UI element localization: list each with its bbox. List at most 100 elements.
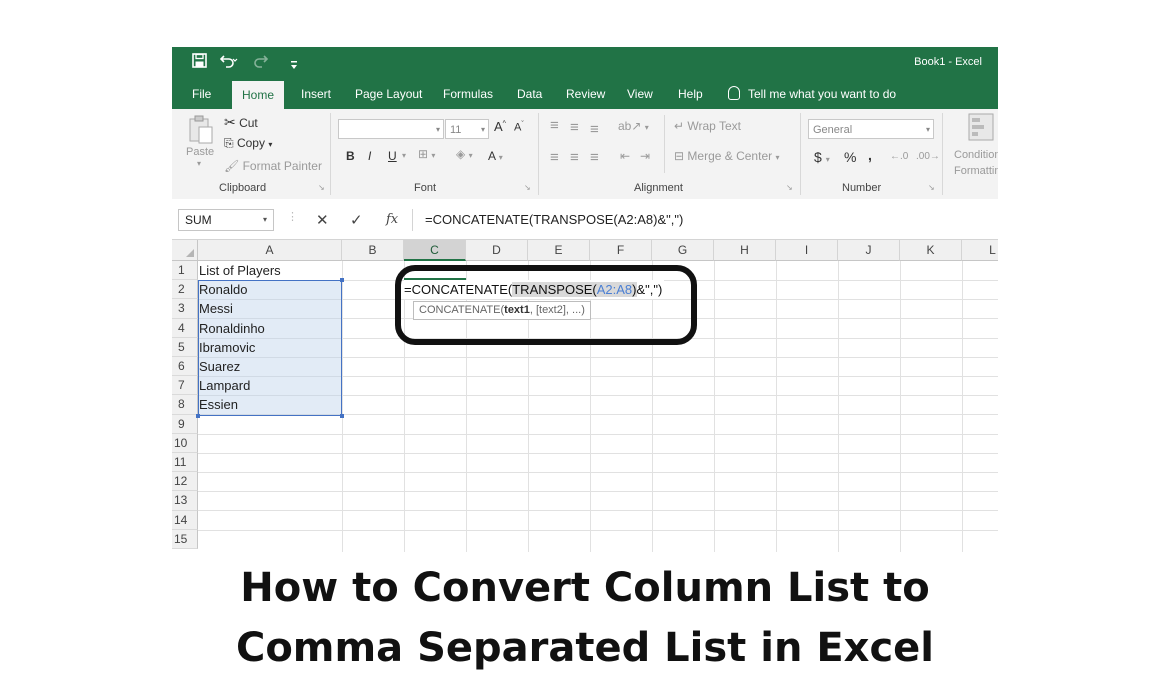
range-handle[interactable] [340, 414, 344, 418]
column-header-e[interactable]: E [528, 240, 590, 261]
column-header-d[interactable]: D [466, 240, 528, 261]
cut-button[interactable]: ✂ Cut [224, 114, 258, 131]
merge-center-button[interactable]: ⊟ Merge & Center ▾ [674, 149, 779, 163]
enter-button[interactable]: ✓ [350, 211, 363, 229]
font-size-combo[interactable]: 11 ▾ [445, 119, 489, 139]
decrease-indent-icon[interactable]: ⇤ [620, 149, 630, 163]
orientation-icon[interactable]: ab↗ ▾ [618, 119, 649, 133]
align-right-icon[interactable]: ≡ [590, 149, 599, 166]
clipboard-launcher-icon[interactable]: ↘ [318, 183, 325, 192]
column-header-i[interactable]: I [776, 240, 838, 261]
underline-dropdown-icon[interactable]: ▾ [402, 151, 406, 160]
row-header-14[interactable]: 14 [172, 510, 198, 530]
row-header-6[interactable]: 6 [172, 357, 198, 377]
paste-icon[interactable] [188, 115, 214, 150]
align-left-icon[interactable]: ≡ [550, 149, 559, 166]
wrap-text-button[interactable]: ↵ Wrap Text [674, 119, 741, 133]
increase-decimal-icon[interactable]: ←.0 [890, 151, 908, 162]
currency-button[interactable]: $ ▾ [814, 149, 830, 165]
select-all-button[interactable] [172, 240, 198, 261]
borders-icon[interactable]: ⊞ ▾ [418, 147, 435, 161]
cell-a7[interactable]: Lampard [199, 376, 341, 395]
group-divider [538, 113, 539, 195]
italic-button[interactable]: I [368, 149, 371, 163]
cell-a2[interactable]: Ronaldo [199, 280, 341, 299]
font-color-icon[interactable]: A ▾ [488, 149, 503, 163]
alignment-launcher-icon[interactable]: ↘ [786, 183, 793, 192]
increase-indent-icon[interactable]: ⇥ [640, 149, 650, 163]
number-launcher-icon[interactable]: ↘ [928, 183, 935, 192]
row-header-5[interactable]: 5 [172, 337, 198, 357]
tab-view[interactable]: View [622, 79, 658, 109]
underline-button[interactable]: U [388, 149, 397, 163]
insert-function-button[interactable]: fx [386, 212, 398, 227]
tab-page-layout[interactable]: Page Layout [350, 79, 427, 109]
tab-formulas[interactable]: Formulas [438, 79, 498, 109]
row-header-4[interactable]: 4 [172, 318, 198, 338]
cell-a1[interactable]: List of Players [199, 261, 341, 280]
row-header-1[interactable]: 1 [172, 261, 198, 281]
row-header-12[interactable]: 12 [172, 472, 198, 492]
conditional-formatting-icon[interactable] [968, 113, 994, 146]
fill-color-icon[interactable]: ◈ ▾ [456, 147, 473, 161]
top-align-icon[interactable]: ≡ [550, 117, 559, 134]
row-header-8[interactable]: 8 [172, 395, 198, 415]
row-header-15[interactable]: 15 [172, 529, 198, 549]
tab-data[interactable]: Data [512, 79, 547, 109]
tab-file[interactable]: File [187, 79, 216, 109]
row-header-13[interactable]: 13 [172, 491, 198, 511]
grow-font-icon[interactable]: A^ [494, 119, 506, 134]
font-name-combo[interactable]: ▾ [338, 119, 444, 139]
column-header-j[interactable]: J [838, 240, 900, 261]
row-header-7[interactable]: 7 [172, 376, 198, 396]
percent-button[interactable]: % [844, 149, 856, 165]
shrink-font-icon[interactable]: Aˇ [514, 121, 524, 134]
decrease-decimal-icon[interactable]: .00→ [916, 151, 940, 162]
formula-input[interactable]: =CONCATENATE(TRANSPOSE(A2:A8)&",") [412, 209, 998, 231]
column-header-a[interactable]: A [198, 240, 342, 261]
redo-icon[interactable] [254, 53, 272, 73]
middle-align-icon[interactable]: ≡ [570, 119, 579, 136]
row-header-3[interactable]: 3 [172, 299, 198, 319]
row-header-10[interactable]: 10 [172, 433, 198, 453]
font-launcher-icon[interactable]: ↘ [524, 183, 531, 192]
conditional-formatting-label[interactable]: Conditional Formatting [954, 147, 998, 179]
column-header-c[interactable]: C [404, 240, 466, 261]
cell-a3[interactable]: Messi [199, 299, 341, 318]
tab-help[interactable]: Help [673, 79, 708, 109]
row-header-2[interactable]: 2 [172, 280, 198, 300]
customize-qat-icon[interactable] [290, 57, 298, 75]
comma-button[interactable]: , [868, 147, 872, 163]
cell-a5[interactable]: Ibramovic [199, 338, 341, 357]
paste-dropdown-icon[interactable]: ▾ [197, 159, 201, 168]
undo-icon[interactable] [219, 53, 238, 73]
column-header-b[interactable]: B [342, 240, 404, 261]
tab-home[interactable]: Home [232, 81, 285, 109]
column-header-g[interactable]: G [652, 240, 714, 261]
format-painter-button[interactable]: 🖌 Format Painter [224, 159, 322, 173]
column-header-f[interactable]: F [590, 240, 652, 261]
copy-button[interactable]: ⎘ Copy ▾ [224, 136, 272, 151]
tell-me-search[interactable]: Tell me what you want to do [728, 79, 896, 109]
range-handle[interactable] [196, 414, 200, 418]
cell-a4[interactable]: Ronaldinho [199, 319, 341, 338]
column-header-l[interactable]: L [962, 240, 998, 261]
name-box[interactable]: SUM ▾ [178, 209, 274, 231]
row-header-9[interactable]: 9 [172, 414, 198, 434]
cell-a8[interactable]: Essien [199, 395, 341, 414]
cell-a6[interactable]: Suarez [199, 357, 341, 376]
merge-icon: ⊟ [674, 149, 685, 163]
bottom-align-icon[interactable]: ≡ [590, 121, 599, 138]
tab-insert[interactable]: Insert [296, 79, 336, 109]
bold-button[interactable]: B [346, 149, 355, 163]
row-header-11[interactable]: 11 [172, 453, 198, 473]
align-center-icon[interactable]: ≡ [570, 149, 579, 166]
tab-review[interactable]: Review [561, 79, 610, 109]
gridline [198, 510, 998, 512]
paste-label[interactable]: Paste [186, 146, 214, 158]
number-format-combo[interactable]: General ▾ [808, 119, 934, 139]
column-header-h[interactable]: H [714, 240, 776, 261]
save-icon[interactable] [192, 53, 207, 73]
cancel-button[interactable]: ✕ [316, 211, 329, 229]
column-header-k[interactable]: K [900, 240, 962, 261]
